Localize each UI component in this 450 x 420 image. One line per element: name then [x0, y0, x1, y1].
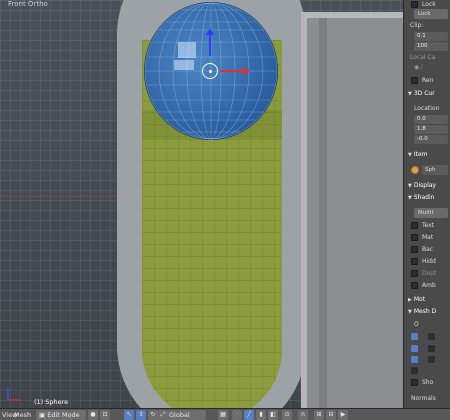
cursor-x-field[interactable]: 0.0: [414, 115, 448, 124]
lock-to-object-field[interactable]: Lock: [414, 9, 448, 19]
overlay-crease-checkbox[interactable]: [411, 356, 418, 363]
show-weights-checkbox[interactable]: [411, 379, 418, 386]
render-border-label: Ren: [422, 77, 434, 84]
snap-mode-icon[interactable]: ⊟: [326, 410, 336, 420]
ambient-occlusion-checkbox[interactable]: [411, 282, 418, 289]
display-panel-header[interactable]: Display: [408, 181, 436, 191]
mode-selector[interactable]: ▣ Edit Mode: [36, 410, 86, 420]
magnet-icon[interactable]: ∩: [298, 410, 308, 420]
lock-checkbox[interactable]: [411, 1, 418, 8]
clip-end-field[interactable]: 100: [414, 42, 448, 51]
mesh-display-header[interactable]: Mesh D: [408, 307, 436, 317]
solid-shading-icon[interactable]: ●: [88, 410, 98, 420]
hidden-wire-label: Hidd: [422, 258, 436, 265]
edge-select-icon[interactable]: ╱: [244, 410, 254, 420]
backface-culling-checkbox[interactable]: [411, 246, 418, 253]
cursor-panel-header[interactable]: 3D Cur: [408, 89, 435, 99]
render-border-checkbox[interactable]: [411, 77, 418, 84]
translate-icon[interactable]: ↕: [136, 410, 146, 420]
camera-render-icon[interactable]: ▶: [338, 410, 348, 420]
motion-tracking-header[interactable]: Mot: [408, 295, 425, 305]
matcap-label: Mat: [422, 234, 434, 241]
overlay-bevel-checkbox[interactable]: [428, 356, 435, 363]
wall-panel-mesh: [301, 12, 403, 408]
clip-start-field[interactable]: 0.1: [414, 32, 448, 41]
pivot-icon[interactable]: ⊡: [100, 410, 110, 420]
overlay-sharp-checkbox[interactable]: [428, 345, 435, 352]
shading-mode-dropdown[interactable]: Multit: [414, 208, 448, 218]
overlay-faces-checkbox[interactable]: [411, 333, 418, 340]
item-panel-header[interactable]: Item: [408, 150, 428, 160]
face-select-icon[interactable]: ▮: [256, 410, 266, 420]
properties-sidebar[interactable]: Lock Lock Clip: 0.1 100 Local Ca ◉ ⁄ Ren…: [403, 0, 450, 408]
mode-label: Edit Mode: [47, 411, 80, 419]
transform-orientation-dropdown[interactable]: Global: [166, 410, 206, 420]
cursor-y-field[interactable]: 1.8: [414, 125, 448, 134]
object-icon: [411, 166, 419, 174]
occlude-geometry-icon[interactable]: ◧: [268, 410, 278, 420]
view-name-label: Front Ortho: [8, 0, 48, 8]
normals-label: Normals: [411, 395, 436, 402]
show-weights-label: Sho: [422, 379, 434, 386]
pivot-dot: [209, 70, 212, 73]
overlays-label: O: [414, 321, 419, 328]
wall-stripe: [319, 18, 327, 408]
vertex-select-icon[interactable]: ·: [232, 410, 242, 420]
proportional-edit-icon[interactable]: ⊙: [282, 410, 292, 420]
local-camera-label: Local Ca: [410, 54, 436, 61]
manipulator-icon[interactable]: ↖: [124, 410, 134, 420]
edit-mode-icon: ▣: [39, 411, 48, 419]
overlay-edges-checkbox[interactable]: [411, 345, 418, 352]
location-label: Location: [414, 105, 440, 112]
depth-of-field-checkbox[interactable]: [411, 270, 418, 277]
clip-label: Clip:: [410, 22, 424, 29]
textured-solid-checkbox[interactable]: [411, 222, 418, 229]
cursor-z-field[interactable]: -0.0: [414, 135, 448, 144]
lock-label: Lock: [422, 1, 436, 8]
depth-of-field-label: Dept: [422, 270, 437, 277]
3d-viewport[interactable]: Front Ortho (1) Sphere: [0, 0, 403, 408]
ambient-occlusion-label: Amb: [422, 282, 436, 289]
rotate-icon[interactable]: ↻: [148, 410, 158, 420]
layer-icon[interactable]: ▦: [218, 410, 228, 420]
backface-culling-label: Bac: [422, 246, 434, 253]
snap-target-icon[interactable]: ⊞: [314, 410, 324, 420]
viewport-header: View Mesh ▣ Edit Mode ● ⊡ ↖ ↕ ↻ ⤢ Global…: [0, 408, 450, 420]
matcap-checkbox[interactable]: [411, 234, 418, 241]
overlay-freestyle-checkbox[interactable]: [411, 367, 418, 374]
textured-solid-label: Text: [422, 222, 435, 229]
hidden-wire-checkbox[interactable]: [411, 258, 418, 265]
active-object-label: (1) Sphere: [34, 398, 69, 406]
mesh-menu[interactable]: Mesh: [14, 410, 31, 420]
gizmo-z-arrow[interactable]: [206, 28, 214, 56]
orientation-axes-icon: [7, 388, 20, 401]
object-name-field[interactable]: Sph: [422, 165, 448, 175]
camera-picker-icon[interactable]: ◉ ⁄: [414, 63, 422, 73]
shading-panel-header[interactable]: Shadin: [408, 193, 435, 203]
overlay-seams-checkbox[interactable]: [428, 333, 435, 340]
gizmo-x-arrow[interactable]: [220, 67, 250, 75]
